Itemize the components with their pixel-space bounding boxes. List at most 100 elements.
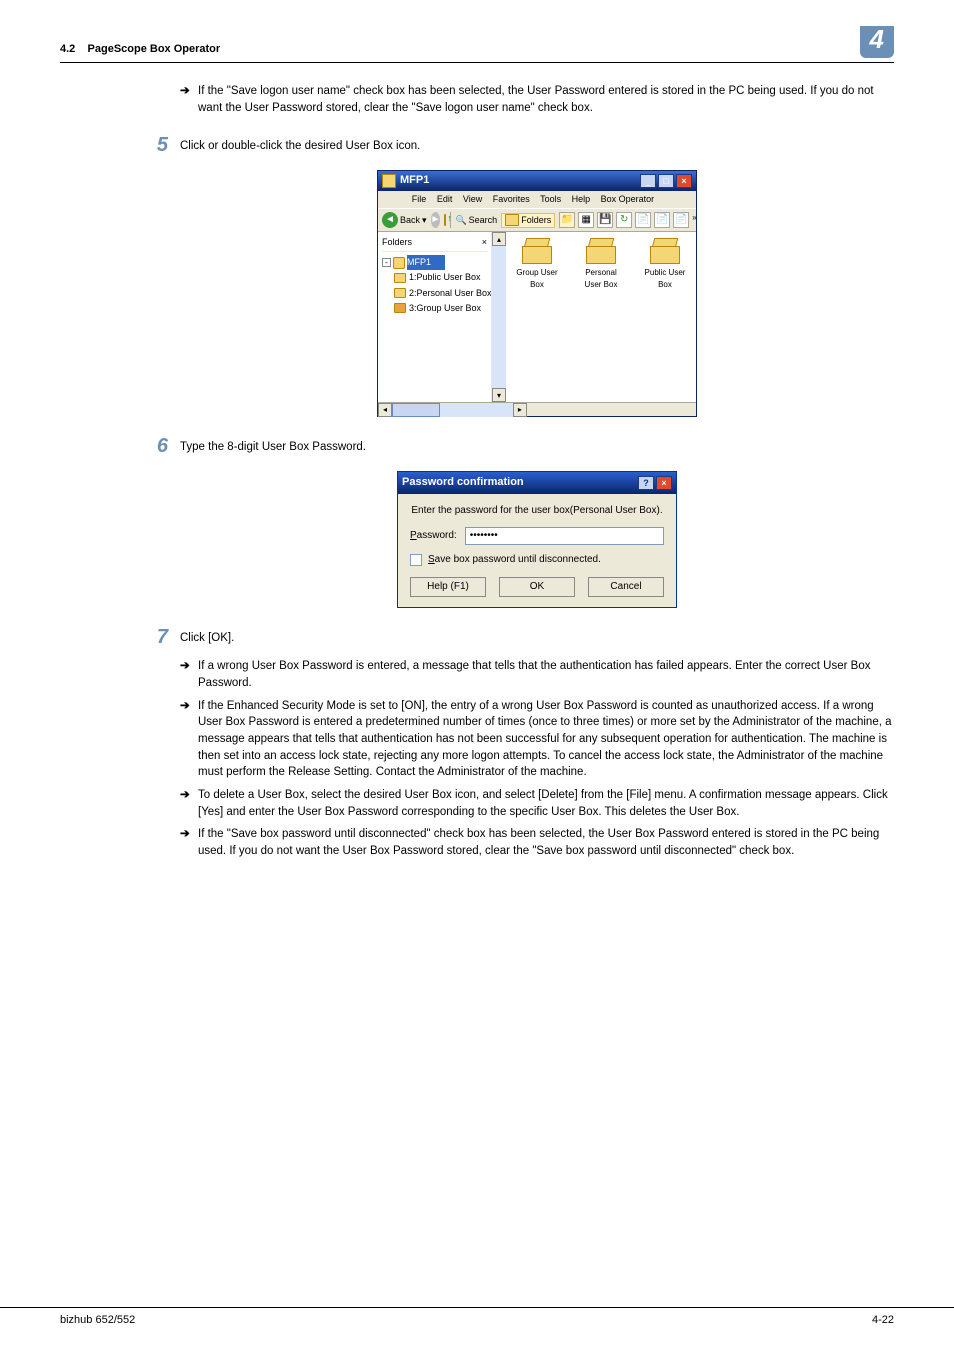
step7-text-1: If a wrong User Box Password is entered,… xyxy=(198,658,894,691)
tree-vscroll[interactable]: ▴ ▾ xyxy=(492,232,506,402)
step-5-text: Click or double-click the desired User B… xyxy=(180,134,894,156)
step-6: 6 Type the 8-digit User Box Password. xyxy=(140,435,894,457)
tree-item-2-label: 2:Personal User Box xyxy=(409,287,492,300)
step-7-num: 7 xyxy=(140,626,180,648)
tool-icon-3[interactable]: 💾 xyxy=(597,212,613,228)
dialog-ok-button[interactable]: OK xyxy=(499,577,575,597)
dialog-close-button[interactable]: × xyxy=(656,476,672,490)
dialog-title: Password confirmation xyxy=(402,475,524,491)
menu-edit[interactable]: Edit xyxy=(437,194,453,204)
tree-item-1[interactable]: 1:Public User Box xyxy=(382,270,487,285)
window-buttons: _ □ × xyxy=(640,174,692,188)
password-input[interactable]: •••••••• xyxy=(465,527,664,545)
dialog-cancel-button[interactable]: Cancel xyxy=(588,577,664,597)
footer-product: bizhub 652/552 xyxy=(60,1314,135,1326)
tree-hscroll[interactable]: ◂ ▸ xyxy=(378,402,696,416)
menu-file[interactable]: File xyxy=(412,194,427,204)
step7-bullet-4: ➔ If the "Save box password until discon… xyxy=(180,826,894,859)
tree-item-1-label: 1:Public User Box xyxy=(409,271,481,284)
back-dropdown-icon: ▾ xyxy=(422,214,427,227)
section-title: PageScope Box Operator xyxy=(88,43,221,55)
arrow-icon: ➔ xyxy=(180,698,198,781)
section-num: 4.2 xyxy=(60,43,75,55)
folders-icon xyxy=(505,214,519,226)
step7-bullet-1: ➔ If a wrong User Box Password is entere… xyxy=(180,658,894,691)
dialog-screenshot: Password confirmation ? × Enter the pass… xyxy=(180,471,894,608)
tool-icon-7[interactable]: 📄 xyxy=(673,212,689,228)
step-6-text: Type the 8-digit User Box Password. xyxy=(180,435,894,457)
box-icon-public[interactable]: Public User Box xyxy=(640,238,690,290)
step-5-num: 5 xyxy=(140,134,180,156)
folder-icon xyxy=(394,288,406,298)
back-icon: ◄ xyxy=(382,212,398,228)
step7-bullet-2: ➔ If the Enhanced Security Mode is set t… xyxy=(180,698,894,781)
tree-item-3[interactable]: 3:Group User Box xyxy=(382,301,487,316)
dialog-message: Enter the password for the user box(Pers… xyxy=(410,504,664,519)
tree-item-2[interactable]: 2:Personal User Box xyxy=(382,286,487,301)
arrow-icon: ➔ xyxy=(180,787,198,820)
toolbar-overflow-icon[interactable]: » xyxy=(692,212,696,228)
tool-icon-6[interactable]: 📄 xyxy=(654,212,670,228)
tool-icon-2[interactable]: ▦ xyxy=(578,212,594,228)
maximize-button[interactable]: □ xyxy=(658,174,674,188)
password-dialog: Password confirmation ? × Enter the pass… xyxy=(397,471,677,608)
tool-icon-4[interactable]: ↻ xyxy=(616,212,632,228)
intro-text: If the "Save logon user name" check box … xyxy=(198,83,894,116)
footer-page: 4-22 xyxy=(872,1314,894,1326)
menubar: File Edit View Favorites Tools Help Box … xyxy=(378,191,696,208)
arrow-icon: ➔ xyxy=(180,826,198,859)
up-folder-icon[interactable]: ↑ xyxy=(444,214,446,226)
search-button[interactable]: 🔍 Search xyxy=(455,214,497,227)
save-password-checkbox-row: Save box password until disconnected. xyxy=(410,553,664,568)
tool-icon-1[interactable]: 📁 xyxy=(559,212,575,228)
hscroll-track[interactable] xyxy=(392,403,513,417)
dialog-help-button[interactable]: Help (F1) xyxy=(410,577,486,597)
toolbar: ◄ Back ▾ ► ↑ 🔍 Search Folders 📁 ▦ xyxy=(378,208,696,232)
step-5: 5 Click or double-click the desired User… xyxy=(140,134,894,156)
password-row: Password: •••••••• xyxy=(410,527,664,545)
tree-header-label: Folders xyxy=(382,236,412,249)
box-icon-personal[interactable]: Personal User Box xyxy=(576,238,626,290)
minimize-button[interactable]: _ xyxy=(640,174,656,188)
header-right: 4 xyxy=(860,40,894,58)
menu-favorites[interactable]: Favorites xyxy=(493,194,530,204)
forward-button[interactable]: ► xyxy=(431,212,441,228)
help-button[interactable]: ? xyxy=(638,476,654,490)
search-icon: 🔍 xyxy=(455,214,466,227)
scroll-down-icon[interactable]: ▾ xyxy=(492,388,506,402)
box-shape-icon xyxy=(522,238,552,264)
step7-text-3: To delete a User Box, select the desired… xyxy=(198,787,894,820)
menu-help[interactable]: Help xyxy=(572,194,591,204)
toolbar-right: 📁 ▦ 💾 ↻ 📄 📄 📄 » xyxy=(559,212,696,228)
back-button[interactable]: ◄ Back ▾ xyxy=(382,212,427,228)
folder-icon xyxy=(394,273,406,283)
tree-close-icon[interactable]: × xyxy=(482,236,487,249)
tool-icon-5[interactable]: 📄 xyxy=(635,212,651,228)
scroll-left-icon[interactable]: ◂ xyxy=(378,403,392,417)
step-7-text: Click [OK]. xyxy=(180,626,894,648)
tree-expand-icon[interactable]: - xyxy=(382,258,391,267)
scroll-track[interactable] xyxy=(492,246,506,388)
scroll-up-icon[interactable]: ▴ xyxy=(492,232,506,246)
menu-boxoperator[interactable]: Box Operator xyxy=(601,194,655,204)
scroll-right-icon[interactable]: ▸ xyxy=(513,403,527,417)
box-shape-icon xyxy=(586,238,616,264)
mfp-body: Folders × - MFP1 1:Public User Box 2:Per… xyxy=(378,232,696,402)
menu-tools[interactable]: Tools xyxy=(540,194,561,204)
content-body: ➔ If the "Save logon user name" check bo… xyxy=(60,83,894,860)
tree-root[interactable]: MFP1 xyxy=(407,255,445,270)
save-password-checkbox[interactable] xyxy=(410,554,422,566)
tree-root-icon xyxy=(393,257,405,269)
box-icon-group[interactable]: Group User Box xyxy=(512,238,562,290)
icons-pane: Group User Box Personal User Box Public … xyxy=(506,232,696,402)
hscroll-thumb[interactable] xyxy=(392,403,440,417)
tree-header: Folders × xyxy=(382,236,487,252)
password-label: Password: xyxy=(410,529,457,544)
dialog-titlebar: Password confirmation ? × xyxy=(398,472,676,494)
intro-bullet: ➔ If the "Save logon user name" check bo… xyxy=(180,83,894,116)
close-button[interactable]: × xyxy=(676,174,692,188)
folders-label: Folders xyxy=(521,214,551,227)
box-label-1: Group User Box xyxy=(512,267,562,290)
menu-view[interactable]: View xyxy=(463,194,482,204)
folders-button[interactable]: Folders xyxy=(501,213,555,228)
